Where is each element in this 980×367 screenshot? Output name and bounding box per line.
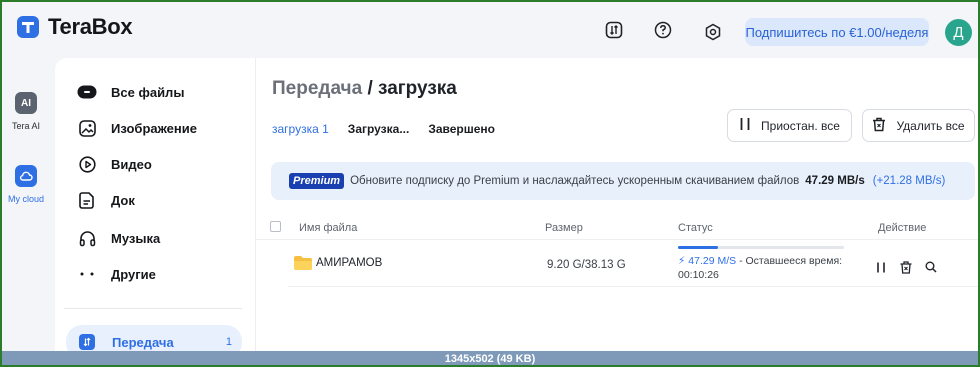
breadcrumb-current: загрузка [378,78,457,99]
file-size: 9.20 G/38.13 G [547,259,626,271]
table-row[interactable]: АМИРАМОВ 9.20 G/38.13 G ⚡︎ 47.29 M/S - О… [288,243,980,287]
sidebar-label-video: Видео [111,156,152,172]
pause-all-button[interactable]: Приостан. все [727,109,852,142]
sidebar-label-all-files: Все файлы [111,84,185,100]
table-header: Имя файла Размер Статус Действие [256,218,980,240]
image-size-watermark: 1345x502 (49 KB) [0,351,980,367]
terabox-logo[interactable]: TeraBox [16,14,133,40]
document-icon [77,190,97,210]
delete-download-icon[interactable] [899,260,913,274]
tab-download[interactable]: загрузка 1 [272,122,329,136]
pause-icon [739,117,751,134]
top-bar: TeraBox Подпишитесь по €1.00/неделя Д [0,0,980,60]
help-icon[interactable] [653,20,673,40]
more-dots-icon [77,264,97,284]
breadcrumb-separator: / [367,78,373,99]
download-progress-fill [678,246,718,249]
delete-all-label: Удалить все [896,118,965,133]
premium-banner[interactable]: Premium Обновите подписку до Premium и н… [271,162,975,200]
transfer-count-badge: 1 [225,336,232,348]
sidebar-label-transfer: Передача [112,334,174,350]
sidebar-label-music: Музыка [111,230,161,246]
transfer-icon [79,334,95,350]
premium-banner-boost: (+21.28 MB/s) [872,175,946,187]
subscribe-button[interactable]: Подпишитесь по €1.00/неделя [745,18,929,46]
page-title: Передача / загрузка [272,78,457,100]
column-header-status: Статус [678,222,713,234]
transfer-sort-icon[interactable] [604,20,624,40]
all-files-icon [77,82,97,102]
pause-download-icon[interactable] [874,260,888,274]
sidebar-item-video[interactable]: Видео [77,152,152,176]
download-progress-bar [678,246,844,249]
folder-icon [294,256,312,270]
column-header-size[interactable]: Размер [545,222,583,234]
main-panel: Передача / загрузка загрузка 1 Загрузка.… [255,58,980,367]
tab-upload[interactable]: Загрузка... [348,122,410,136]
premium-badge: Premium [289,173,345,189]
remaining-time: 00:10:26 [678,269,719,281]
select-all-checkbox[interactable] [270,221,281,232]
rail-label-my-cloud: My cloud [7,194,44,204]
sidebar-label-doc: Док [111,192,135,208]
remaining-time-label: - Оставшееся время: [739,255,843,267]
download-speed: 47.29 M/S [688,255,737,267]
sidebar-label-other: Другие [111,266,156,282]
rail-item-tera-ai[interactable]: AI Tera AI [0,92,52,131]
sidebar-item-other[interactable]: Другие [77,262,156,286]
sidebar-label-image: Изображение [111,120,197,136]
tab-completed[interactable]: Завершено [428,122,495,136]
trash-icon [872,117,886,135]
sidebar-item-doc[interactable]: Док [77,188,135,212]
sidebar-item-image[interactable]: Изображение [77,116,197,140]
headphones-icon [77,228,97,248]
rail-item-my-cloud[interactable]: My cloud [0,165,52,204]
download-status: ⚡︎ 47.29 M/S - Оставшееся время: [678,255,842,267]
column-header-action: Действие [878,222,927,234]
sidebar-item-music[interactable]: Музыка [77,226,160,250]
premium-banner-text: Обновите подписку до Premium и наслаждай… [350,175,800,187]
sidebar-divider [64,308,242,309]
app-name: TeraBox [48,14,133,39]
sidebar-item-all-files[interactable]: Все файлы [77,80,184,104]
sidebar: Все файлы Изображение Видео Док Музыка Д… [55,58,255,367]
video-icon [77,154,97,174]
terabox-logo-icon [17,16,39,38]
cloud-icon [15,165,37,187]
lightning-icon: ⚡︎ [678,255,686,267]
pause-all-label: Приостан. все [761,118,840,133]
premium-banner-speed: 47.29 MB/s [805,175,865,187]
search-icon[interactable] [924,260,938,274]
tera-ai-icon: AI [15,92,37,114]
breadcrumb-transfer[interactable]: Передача [272,78,362,99]
rail-label-tera-ai: Tera AI [11,121,40,131]
user-avatar[interactable]: Д [945,19,972,46]
delete-all-button[interactable]: Удалить все [862,109,975,142]
settings-icon[interactable] [703,22,723,42]
column-header-name[interactable]: Имя файла [299,222,357,234]
file-name[interactable]: АМИРАМОВ [316,257,382,269]
tabs: загрузка 1 Загрузка... Завершено [272,122,495,136]
image-icon [77,118,97,138]
